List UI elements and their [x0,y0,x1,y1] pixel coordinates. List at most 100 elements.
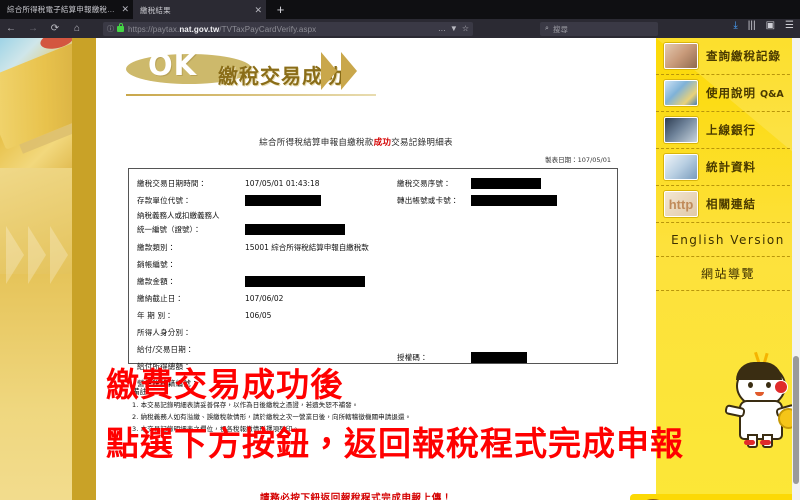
annotation-line-2: 點選下方按鈕，返回報稅程式完成申報 [106,424,684,463]
redacted-value [471,352,527,363]
pocket-icon[interactable]: ▼ [450,24,458,33]
redacted-value [245,224,345,235]
row-label: 存款單位代號： [137,196,191,205]
thumb-stats-icon [664,154,698,180]
library-icon[interactable]: ||| [748,21,756,31]
row-label: 年 期 別： [137,311,173,320]
photo-accent [38,38,76,52]
sidebar-item-label: 統計資料 [706,160,756,174]
mascot-character-icon [722,351,799,448]
address-bar-icons: … ▼ ☆ [438,24,469,33]
sidebar-item-links[interactable]: http 相關連結 [656,186,800,223]
row-value: 15001 綜合所得稅結算申報自繳稅款 [245,243,369,252]
vertical-scrollbar[interactable] [792,38,800,500]
table-row: 存款單位代號： [137,192,387,209]
row-label-line2: 統一編號（證號）： [137,225,201,234]
new-tab-button[interactable]: + [272,1,289,18]
redacted-value [245,195,321,206]
screenshot-root: 綜合所得稅電子結算申報繳稅系統 ✕ 繳稅結果 ✕ + ← → ⟳ ⌂ ⓘ htt… [0,0,800,500]
row-label: 給付/交易日期： [137,345,194,354]
row-value: 107/05/01 01:43:18 [245,179,320,188]
search-input[interactable]: 搜尋 [553,24,568,35]
row-label-line1: 納稅義務人或扣繳義務人 [137,211,220,220]
transaction-detail-table: 繳稅交易日期時間： 107/05/01 01:43:18 存款單位代號： 納稅義… [128,168,618,388]
gold-divider [72,38,96,500]
browser-tab-2[interactable]: 繳稅結果 ✕ [133,0,266,19]
redacted-value [245,276,365,287]
sidebar-icon[interactable]: ▣ [766,21,775,31]
lock-icon [117,23,124,32]
home-icon[interactable]: ⌂ [66,19,88,38]
made-date: 製表日期：107/05/01 [545,156,611,164]
url-domain: nat.gov.tw [179,24,220,34]
table-column-right: 繳稅交易序號： 轉出帳號或卡號： 授權碼： [397,175,612,366]
row-label: 轉出帳號或卡號： [397,196,459,205]
upload-warning-text: 請務必按下鈕返回報稅程式完成申報上傳！ [260,493,452,500]
row-label: 繳納截止日： [137,294,184,303]
subtitle-post: 交易記錄明細表 [391,138,453,148]
thumb-bank-icon [664,117,698,143]
forward-icon[interactable]: → [22,19,44,38]
banner-underline [126,94,376,96]
document-subtitle: 綜合所得稅結算申報自繳稅款成功交易記錄明細表 [96,136,616,148]
sidebar-item-english[interactable]: English Version [656,223,800,257]
scrollbar-thumb[interactable] [793,356,799,484]
redacted-value [471,195,557,206]
close-icon[interactable]: ✕ [254,6,262,15]
page-info-icon[interactable]: ⓘ [107,24,114,34]
sidebar-item-label: 網站導覽 [700,267,755,281]
table-row: 繳款類別： 15001 綜合所得稅結算申報自繳稅款 [137,239,387,256]
menu-icon[interactable]: ☰ [785,21,794,31]
row-label: 授權碼： [397,353,428,362]
sidebar-item-label: 查詢繳稅記錄 [706,49,781,63]
row-value: 107/06/02 [245,294,284,303]
browser-tab-1[interactable]: 綜合所得稅電子結算申報繳稅系統 ✕ [0,0,133,19]
table-row: 轉出帳號或卡號： [397,192,612,209]
table-row: 給付/交易日期： [137,341,387,358]
redacted-value [471,178,541,189]
sidebar-item-suffix: Q&A [760,89,784,100]
thumb-links-icon: http [664,191,698,217]
row-label: 繳款類別： [137,243,176,252]
row-label: 所得人身分別： [137,328,191,337]
url-path: /TVTaxPayCardVerify.aspx [219,24,317,34]
download-icon[interactable]: ⤓ [733,21,737,31]
row-label: 納稅義務人或扣繳義務人 統一編號（證號）： [137,209,245,237]
url-scheme: https://paytax. [128,24,180,34]
sidebar-item-bank[interactable]: 上線銀行 [656,112,800,149]
more-icon[interactable]: … [438,24,446,33]
back-icon[interactable]: ← [0,19,22,38]
subtitle-pre: 綜合所得稅結算申報自繳稅款 [259,138,374,148]
table-row: 銷帳編號： [137,256,387,273]
subtitle-highlight: 成功 [373,138,392,148]
table-row: 繳款金額： [137,273,387,290]
reload-icon[interactable]: ⟳ [44,19,66,38]
sidebar-item-sitemap[interactable]: 網站導覽 [656,257,800,291]
toolbar-icons: ⤓ ||| ▣ ☰ [733,21,794,31]
browser-chrome: 綜合所得稅電子結算申報繳稅系統 ✕ 繳稅結果 ✕ + ← → ⟳ ⌂ ⓘ htt… [0,0,800,38]
close-icon[interactable]: ✕ [121,5,129,14]
tab-title: 繳稅結果 [140,6,171,15]
success-banner: OK 繳稅交易成功 [126,42,376,94]
sidebar-item-label: 使用說明 Q&A [706,85,784,101]
search-icon: ⌕ [545,25,549,32]
tab-strip: 綜合所得稅電子結算申報繳稅系統 ✕ 繳稅結果 ✕ + [0,0,800,19]
search-bar[interactable]: ⌕ 搜尋 [540,22,658,36]
sidebar-item-label: English Version [671,232,785,247]
table-row-auth: 授權碼： [397,349,612,366]
ok-label: OK [148,48,198,82]
sidebar-item-records[interactable]: 查詢繳稅記錄 [656,38,800,75]
watermark-title: 電腦王阿達 [672,496,787,500]
sidebar-item-label: 上線銀行 [706,123,756,137]
bookmark-star-icon[interactable]: ☆ [462,24,469,33]
double-chevron-icon [321,52,381,90]
thumb-manual-icon [664,80,698,106]
annotation-line-1: 繳費交易成功後 [106,365,344,404]
url-text: https://paytax.nat.gov.tw/TVTaxPayCardVe… [128,25,316,34]
table-row: 年 期 別： 106/05 [137,307,387,324]
address-bar[interactable]: ⓘ https://paytax.nat.gov.tw/TVTaxPayCard… [103,22,473,36]
sidebar-item-stats[interactable]: 統計資料 [656,149,800,186]
left-banner-strip [0,38,96,500]
sidebar-item-manual[interactable]: 使用說明 Q&A [656,75,800,112]
row-label: 銷帳編號： [137,260,176,269]
